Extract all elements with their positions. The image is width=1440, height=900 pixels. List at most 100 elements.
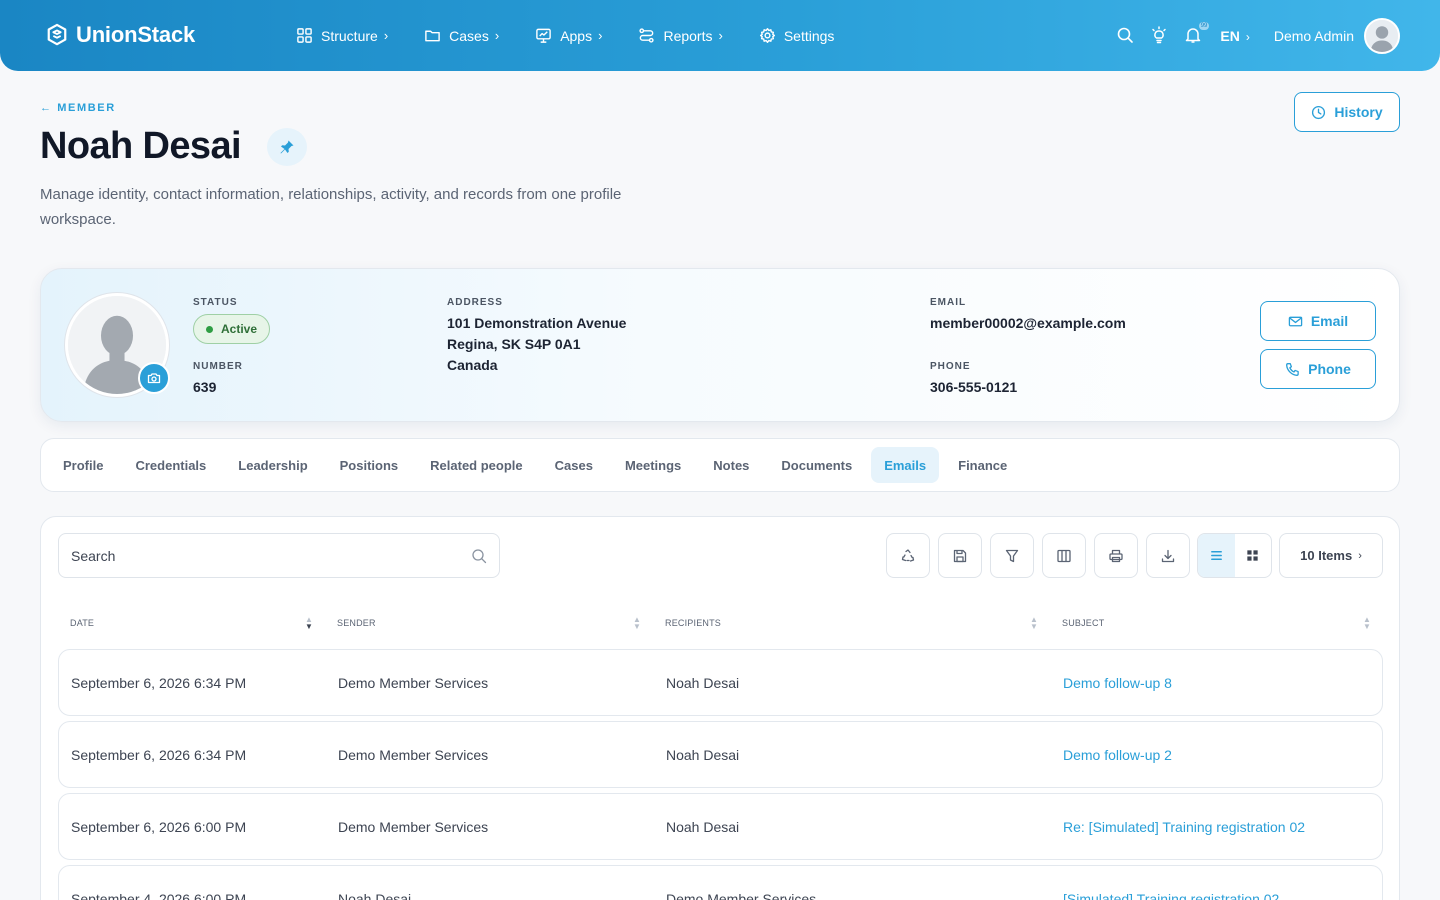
history-button[interactable]: History [1294,92,1400,132]
grid-icon [297,28,312,43]
print-button[interactable] [1094,533,1138,578]
table-row[interactable]: September 4, 2026 6:00 PM Noah Desai Dem… [58,865,1383,900]
cell-date: September 6, 2026 6:34 PM [71,675,247,691]
nav-item-structure[interactable]: Structure › [296,27,388,44]
tab-documents[interactable]: Documents [768,447,865,483]
cell-date: September 4, 2026 6:00 PM [71,891,247,900]
grid-view-button[interactable] [1235,534,1272,577]
language-code: EN [1220,27,1240,44]
nav-item-cases[interactable]: Cases › [424,27,499,44]
phone-button[interactable]: Phone [1260,349,1376,389]
filter-button[interactable] [990,533,1034,578]
tab-emails[interactable]: Emails [871,447,940,483]
notification-badge: 99 [1198,21,1210,30]
pin-icon [280,140,294,154]
tab-related-people[interactable]: Related people [417,447,535,483]
camera-icon [147,373,161,384]
page-size-label: 10 Items [1300,548,1353,563]
email-button[interactable]: Email [1260,301,1376,341]
tab-profile[interactable]: Profile [50,447,116,483]
sort-date-icon[interactable]: ▲ ▼ [305,616,313,631]
phone-button-label: Phone [1308,361,1351,377]
emails-panel: 10 Items › DATE ▲▼ SENDER ▲▼ RECIPIENTS … [40,516,1400,900]
pin-button[interactable] [267,128,307,166]
tab-finance[interactable]: Finance [945,447,1020,483]
phone-value: 306-555-0121 [930,379,1018,395]
email-label: EMAIL [930,297,967,308]
columns-icon [1057,549,1071,562]
language-selector[interactable]: EN › [1220,28,1249,44]
recycle-button[interactable] [886,533,930,578]
tab-credentials[interactable]: Credentials [122,447,219,483]
sort-subject-icon[interactable]: ▲ ▼ [1363,616,1371,631]
tips-button[interactable] [1150,25,1170,46]
search-input[interactable] [71,547,471,564]
folder-icon [425,30,440,42]
list-icon [1210,551,1222,560]
tab-positions[interactable]: Positions [327,447,412,483]
email-button-label: Email [1310,313,1349,329]
cell-date: September 6, 2026 6:00 PM [71,819,247,835]
search-icon [472,548,487,563]
main-nav: Structure › Cases › Apps › Reports › Set… [296,0,870,71]
sort-sender-icon[interactable]: ▲ ▼ [633,616,641,631]
status-label: STATUS [193,297,238,308]
tab-meetings[interactable]: Meetings [612,447,694,483]
search-button[interactable] [1116,26,1136,46]
tab-leadership[interactable]: Leadership [225,447,320,483]
nav-item-reports[interactable]: Reports › [638,27,723,44]
cell-sender: Noah Desai [338,891,412,900]
phone-label: PHONE [930,361,971,372]
envelope-icon [1288,316,1303,326]
chevron-right-icon: › [718,28,723,43]
download-button[interactable] [1146,533,1190,578]
search-field[interactable] [58,533,500,578]
table-row[interactable]: September 6, 2026 6:00 PM Demo Member Se… [58,793,1383,860]
column-header-date[interactable]: DATE [70,618,94,628]
nav-label: Cases [449,27,489,44]
history-label: History [1334,104,1383,120]
lightbulb-icon [1152,25,1167,43]
breadcrumb-back-member[interactable]: ← MEMBER [40,102,116,114]
table-row[interactable]: September 6, 2026 6:34 PM Demo Member Se… [58,649,1383,716]
chevron-right-icon: › [494,28,500,43]
monitor-icon [536,28,552,43]
table-row[interactable]: September 6, 2026 6:34 PM Demo Member Se… [58,721,1383,788]
page-title: Noah Desai [40,125,242,167]
column-header-subject[interactable]: SUBJECT [1062,618,1104,628]
tab-cases[interactable]: Cases [542,447,606,483]
top-bar: UnionStack Structure › Cases › Apps › Re… [0,0,1440,71]
recycle-icon [901,548,915,562]
user-avatar[interactable] [1364,17,1400,54]
nav-label: Structure [321,27,378,44]
sort-recipients-icon[interactable]: ▲ ▼ [1030,616,1038,631]
column-header-sender[interactable]: SENDER [337,618,376,628]
status-badge: Active [193,314,271,344]
columns-button[interactable] [1042,533,1086,578]
list-view-button[interactable] [1198,534,1235,577]
chevron-right-icon: › [1358,549,1362,562]
cell-subject-link[interactable]: Re: [Simulated] Training registration 02 [1063,819,1305,835]
cell-subject-link[interactable]: [Simulated] Training registration 02 [1063,891,1279,900]
notifications-button[interactable]: 99 [1184,21,1210,46]
nav-label: Settings [783,27,835,44]
chevron-right-icon: › [598,28,603,43]
email-value: member00002@example.com [930,315,1126,331]
address-line-3: Canada [447,357,498,373]
address-label: ADDRESS [447,297,503,308]
chevron-right-icon: › [1245,29,1250,44]
user-name[interactable]: Demo Admin [1274,28,1354,44]
tab-notes[interactable]: Notes [700,447,762,483]
cell-sender: Demo Member Services [338,819,489,835]
change-photo-button[interactable] [138,362,170,394]
clock-icon [1312,105,1326,119]
cell-subject-link[interactable]: Demo follow-up 8 [1063,675,1172,691]
number-label: NUMBER [193,361,243,372]
nav-item-apps[interactable]: Apps › [535,27,602,44]
page-size-selector[interactable]: 10 Items › [1279,533,1383,578]
app-logo[interactable]: UnionStack [46,22,195,48]
save-view-button[interactable] [938,533,982,578]
column-header-recipients[interactable]: RECIPIENTS [665,618,721,628]
cell-subject-link[interactable]: Demo follow-up 2 [1063,747,1172,763]
nav-item-settings[interactable]: Settings [759,27,835,44]
